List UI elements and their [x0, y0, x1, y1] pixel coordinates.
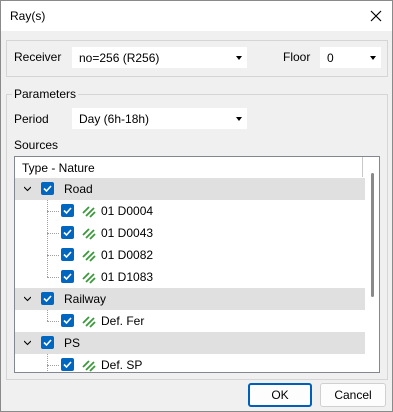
- checkbox-checked[interactable]: [41, 182, 54, 195]
- checkbox-checked[interactable]: [61, 314, 74, 327]
- checkbox-checked[interactable]: [61, 358, 74, 371]
- railway-source-icon: [82, 316, 96, 328]
- tree-item[interactable]: Def. Fer: [15, 310, 365, 332]
- sources-label: Sources: [14, 138, 59, 152]
- tree-group-label: Road: [64, 182, 93, 196]
- chevron-down-icon: [370, 56, 376, 60]
- tree-item[interactable]: Def. SP: [15, 354, 365, 372]
- tree-group-road[interactable]: Road: [15, 178, 365, 200]
- title-bar: Ray(s): [1, 1, 392, 31]
- road-source-icon: [82, 228, 96, 240]
- tree-item[interactable]: 01 D1083: [15, 266, 365, 288]
- checkbox-checked[interactable]: [61, 226, 74, 239]
- chevron-down-icon[interactable]: [24, 339, 31, 346]
- sources-tree[interactable]: Type - Nature Road 01 D0004 01 D0043 01 …: [14, 156, 380, 373]
- floor-value: 0: [327, 51, 334, 65]
- tree-connector: [47, 233, 59, 234]
- checkbox-checked[interactable]: [61, 270, 74, 283]
- parameters-title: Parameters: [12, 87, 79, 101]
- receiver-value: no=256 (R256): [79, 51, 160, 65]
- road-source-icon: [82, 206, 96, 218]
- period-label: Period: [14, 112, 49, 126]
- tree-item[interactable]: 01 D0082: [15, 244, 365, 266]
- tree-item[interactable]: 01 D0004: [15, 200, 365, 222]
- checkbox-checked[interactable]: [41, 292, 54, 305]
- chevron-down-icon: [236, 117, 242, 121]
- tree-item[interactable]: 01 D0043: [15, 222, 365, 244]
- road-source-icon: [82, 272, 96, 284]
- period-select[interactable]: Day (6h-18h): [72, 108, 247, 129]
- tree-connector: [47, 365, 59, 366]
- tree-item-label: 01 D0004: [101, 204, 154, 218]
- tree-item-label: Def. SP: [101, 358, 143, 372]
- chevron-down-icon[interactable]: [24, 185, 31, 192]
- floor-select[interactable]: 0: [320, 47, 381, 68]
- close-icon: [370, 10, 382, 22]
- period-value: Day (6h-18h): [79, 112, 150, 126]
- ok-button[interactable]: OK: [248, 383, 312, 407]
- vertical-scrollbar[interactable]: [365, 157, 379, 372]
- ps-source-icon: [82, 360, 96, 372]
- tree-item-label: 01 D0082: [101, 248, 154, 262]
- tree-connector: [47, 211, 59, 212]
- scrollbar-thumb[interactable]: [371, 173, 374, 297]
- checkbox-checked[interactable]: [41, 336, 54, 349]
- cancel-button-label: Cancel: [334, 388, 372, 402]
- tree-connector: [47, 321, 59, 322]
- tree-group-ps[interactable]: PS: [15, 332, 365, 354]
- receiver-select[interactable]: no=256 (R256): [72, 47, 247, 68]
- tree-group-railway[interactable]: Railway: [15, 288, 365, 310]
- column-header-label: Type - Nature: [22, 161, 95, 175]
- close-button[interactable]: [363, 3, 389, 29]
- chevron-down-icon[interactable]: [24, 295, 31, 302]
- checkbox-checked[interactable]: [61, 204, 74, 217]
- floor-label: Floor: [283, 50, 311, 64]
- column-separator: [362, 157, 363, 177]
- road-source-icon: [82, 250, 96, 262]
- tree-item-label: Def. Fer: [101, 314, 145, 328]
- receiver-label: Receiver: [14, 50, 62, 64]
- checkbox-checked[interactable]: [61, 248, 74, 261]
- tree-connector: [47, 277, 59, 278]
- cancel-button[interactable]: Cancel: [320, 383, 386, 407]
- tree-item-label: 01 D1083: [101, 270, 154, 284]
- tree-column-header[interactable]: Type - Nature: [15, 157, 365, 179]
- tree-group-label: Railway: [64, 292, 107, 306]
- chevron-down-icon: [236, 56, 242, 60]
- tree-connector: [47, 255, 59, 256]
- tree-group-label: PS: [64, 336, 81, 350]
- tree-item-label: 01 D0043: [101, 226, 154, 240]
- ok-button-label: OK: [271, 388, 289, 402]
- window-title: Ray(s): [10, 9, 46, 23]
